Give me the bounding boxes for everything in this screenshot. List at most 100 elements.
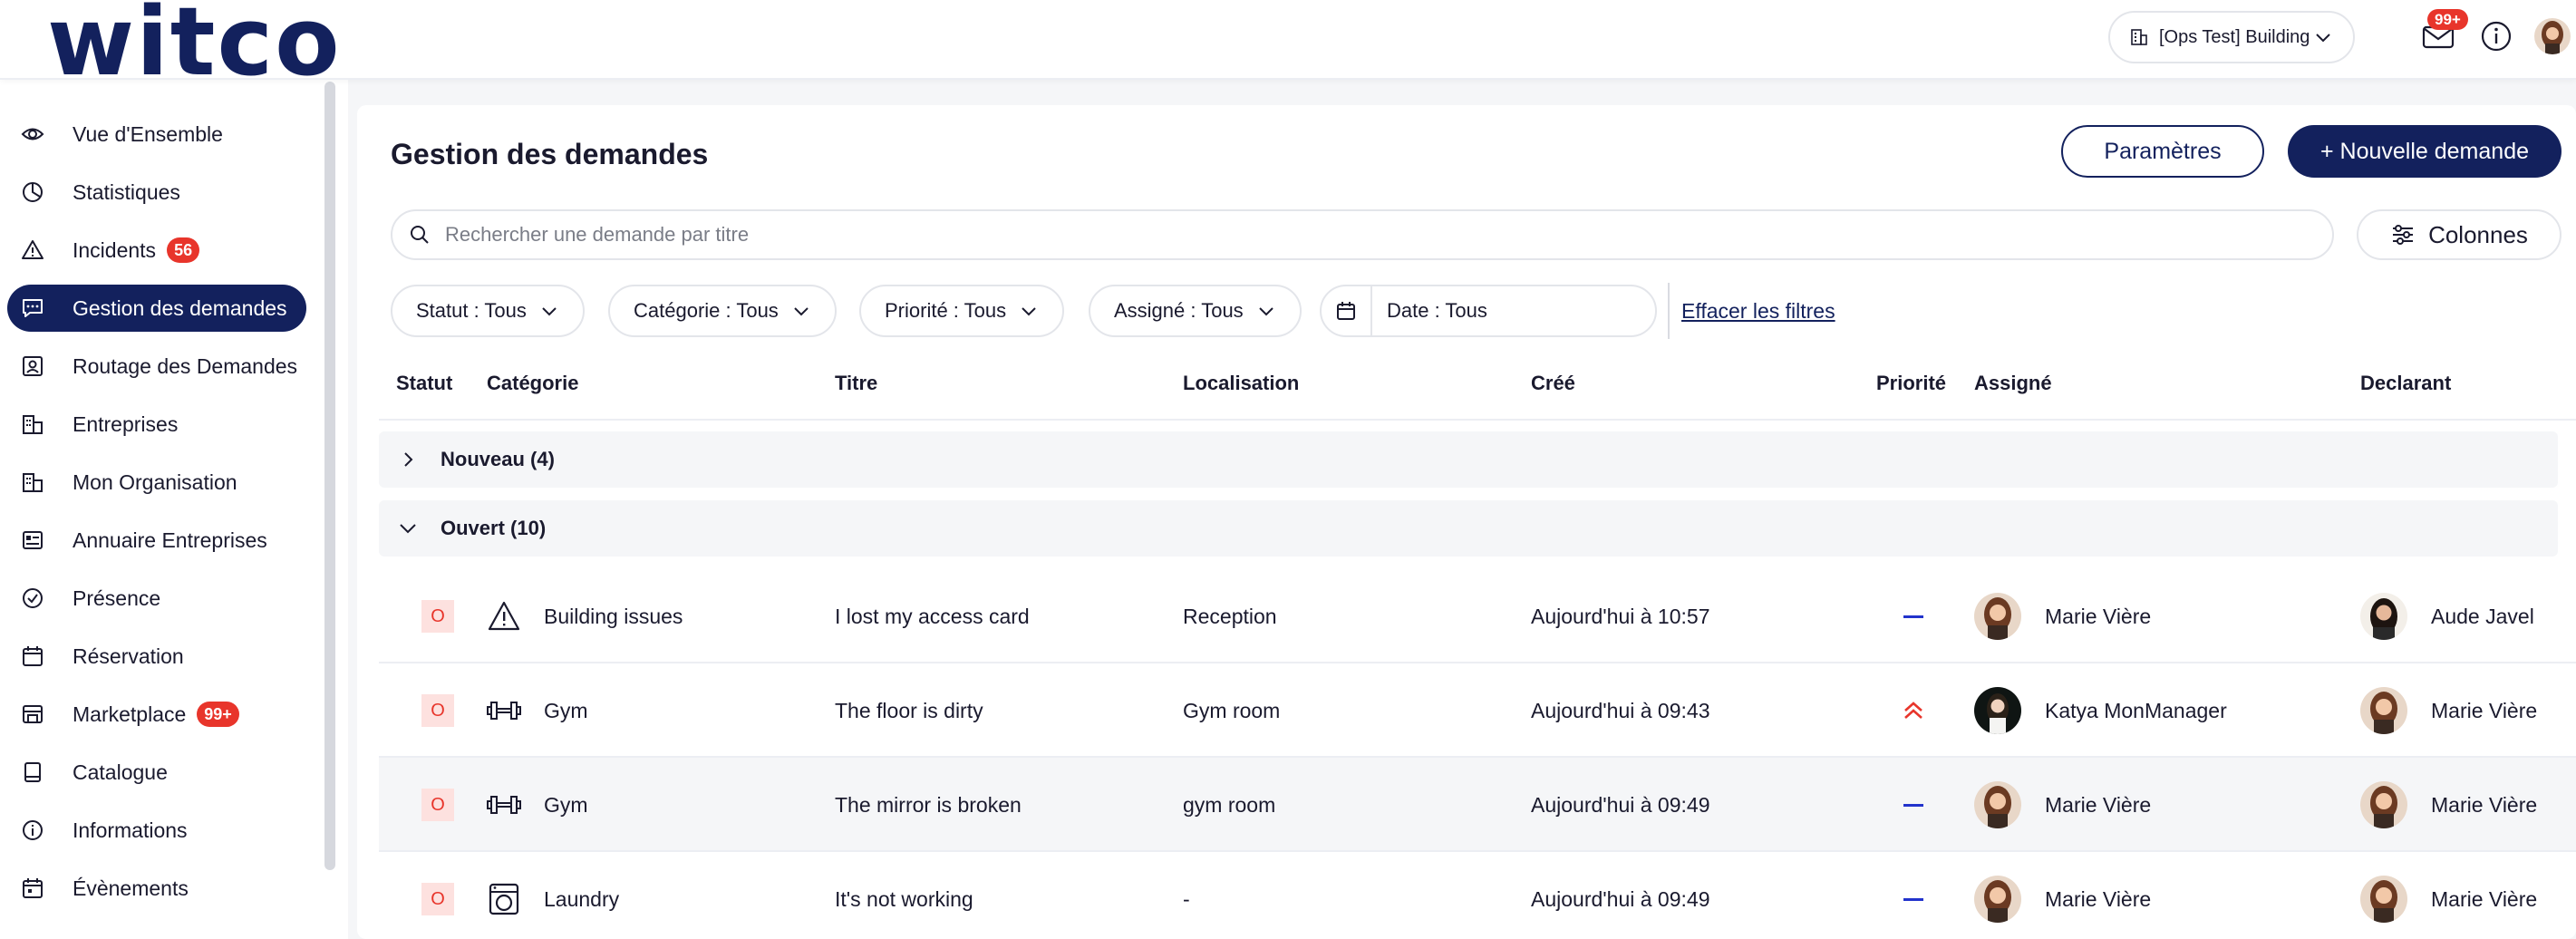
- sidebar-item-label: Incidents: [73, 237, 157, 262]
- status-badge: O: [421, 694, 454, 727]
- sidebar-item-presence[interactable]: Présence: [7, 575, 306, 622]
- status-filter-label: Statut : Tous: [416, 299, 527, 322]
- request-title: I lost my access card: [835, 604, 1030, 628]
- assigned-name: Marie Vière: [2045, 886, 2152, 911]
- columns-button[interactable]: Colonnes: [2357, 209, 2561, 260]
- group-label: Ouvert (10): [441, 517, 547, 539]
- settings-button[interactable]: Paramètres: [2061, 125, 2264, 178]
- sidebar-item-label: Catalogue: [73, 760, 168, 784]
- group-row-new[interactable]: Nouveau (4): [379, 431, 2558, 488]
- date-filter[interactable]: Date : Tous: [1320, 285, 1657, 337]
- column-header-created[interactable]: Créé: [1531, 372, 1575, 395]
- column-header-assigned[interactable]: Assigné: [1974, 372, 2052, 395]
- columns-button-label: Colonnes: [2428, 220, 2528, 248]
- table-row[interactable]: O Building issues I lost my access card …: [379, 569, 2576, 663]
- new-request-button[interactable]: + Nouvelle demande: [2288, 125, 2561, 178]
- sidebar-item-informations[interactable]: Informations: [7, 807, 306, 854]
- washing-machine-icon: [486, 881, 522, 917]
- search-input[interactable]: [445, 223, 2258, 247]
- help-button[interactable]: [2478, 18, 2514, 54]
- book-icon: [20, 760, 45, 785]
- avatar: [2360, 781, 2407, 828]
- priority-normal-icon: [1903, 852, 1923, 939]
- priority-filter-label: Priorité : Tous: [885, 299, 1007, 322]
- table-header-divider: [379, 419, 2576, 421]
- sidebar-item-label: Routage des Demandes: [73, 353, 298, 378]
- sidebar-item-label: Réservation: [73, 644, 184, 668]
- table-row[interactable]: O Laundry It's not working - Aujourd'hui…: [379, 852, 2576, 939]
- category-label: Laundry: [544, 886, 620, 911]
- category-filter-label: Catégorie : Tous: [634, 299, 779, 322]
- sidebar-scrollbar[interactable]: [324, 82, 335, 870]
- incidents-badge: 56: [167, 237, 200, 263]
- sidebar-item-events[interactable]: Évènements: [7, 865, 306, 912]
- priority-normal-icon: [1903, 758, 1923, 852]
- sidebar-item-statistics[interactable]: Statistiques: [7, 169, 306, 216]
- group-row-open[interactable]: Ouvert (10): [379, 500, 2558, 557]
- avatar: [2360, 876, 2407, 923]
- sidebar-item-label: Évènements: [73, 876, 189, 900]
- declarant-name: Marie Vière: [2431, 886, 2538, 911]
- sliders-icon: [2393, 225, 2414, 245]
- category-label: Gym: [544, 792, 588, 817]
- chevron-right-icon: [397, 449, 419, 470]
- column-header-status[interactable]: Statut: [396, 372, 452, 395]
- building-selector[interactable]: [Ops Test] Building: [2108, 11, 2355, 63]
- sidebar-item-organization[interactable]: Mon Organisation: [7, 459, 306, 506]
- chevron-down-icon: [2316, 34, 2330, 43]
- sidebar-item-booking[interactable]: Réservation: [7, 633, 306, 680]
- category-label: Building issues: [544, 604, 683, 628]
- declarant-name: Marie Vière: [2431, 792, 2538, 817]
- app-logo[interactable]: witco: [47, 0, 342, 89]
- sidebar-item-directory[interactable]: Annuaire Entreprises: [7, 517, 306, 564]
- building-selector-label: [Ops Test] Building: [2159, 26, 2310, 47]
- assigned-filter[interactable]: Assigné : Tous: [1089, 285, 1302, 337]
- sidebar-item-companies[interactable]: Entreprises: [7, 401, 306, 448]
- sidebar-item-requests[interactable]: Gestion des demandes: [7, 285, 306, 332]
- sidebar-item-label: Entreprises: [73, 411, 179, 436]
- check-circle-icon: [20, 586, 45, 611]
- status-filter[interactable]: Statut : Tous: [391, 285, 585, 337]
- request-title: The mirror is broken: [835, 792, 1022, 817]
- column-header-declarant[interactable]: Declarant: [2360, 372, 2451, 395]
- category-label: Gym: [544, 698, 588, 722]
- status-badge: O: [421, 600, 454, 633]
- chevron-down-icon: [1258, 307, 1273, 316]
- location: Gym room: [1183, 698, 1281, 722]
- table-row[interactable]: O Gym The mirror is broken gym room Aujo…: [379, 758, 2576, 852]
- sidebar-item-incidents[interactable]: Incidents 56: [7, 227, 306, 274]
- sidebar-item-overview[interactable]: Vue d'Ensemble: [7, 111, 306, 158]
- calendar-icon: [1322, 286, 1372, 335]
- category-filter[interactable]: Catégorie : Tous: [608, 285, 837, 337]
- chat-icon: [20, 295, 45, 321]
- column-header-location[interactable]: Localisation: [1183, 372, 1299, 395]
- table-row[interactable]: O Gym The floor is dirty Gym room Aujour…: [379, 663, 2576, 758]
- avatar: [1974, 781, 2021, 828]
- assigned-name: Marie Vière: [2045, 792, 2152, 817]
- location: gym room: [1183, 792, 1276, 817]
- sidebar-item-catalogue[interactable]: Catalogue: [7, 749, 306, 796]
- user-avatar[interactable]: [2534, 18, 2571, 54]
- created-date: Aujourd'hui à 09:43: [1531, 698, 1710, 722]
- sidebar-item-marketplace[interactable]: Marketplace 99+: [7, 691, 306, 738]
- filter-divider: [1668, 283, 1670, 339]
- group-label: Nouveau (4): [441, 448, 555, 470]
- search-field[interactable]: [391, 209, 2334, 260]
- request-title: The floor is dirty: [835, 698, 983, 722]
- calendar-event-icon: [20, 876, 45, 901]
- location: -: [1183, 886, 1190, 911]
- status-badge: O: [421, 789, 454, 821]
- priority-high-icon: [1902, 663, 1925, 758]
- sidebar-item-routing[interactable]: Routage des Demandes: [7, 343, 306, 390]
- sidebar-item-label: Marketplace: [73, 702, 187, 726]
- column-header-category[interactable]: Catégorie: [487, 372, 578, 395]
- dumbbell-icon: [486, 692, 522, 729]
- warning-icon: [20, 237, 45, 263]
- priority-filter[interactable]: Priorité : Tous: [859, 285, 1065, 337]
- column-header-title[interactable]: Titre: [835, 372, 877, 395]
- column-header-priority[interactable]: Priorité: [1876, 372, 1946, 395]
- clear-filters-link[interactable]: Effacer les filtres: [1681, 299, 1835, 324]
- calendar-icon: [20, 644, 45, 669]
- request-title: It's not working: [835, 886, 973, 911]
- store-icon: [20, 702, 45, 727]
